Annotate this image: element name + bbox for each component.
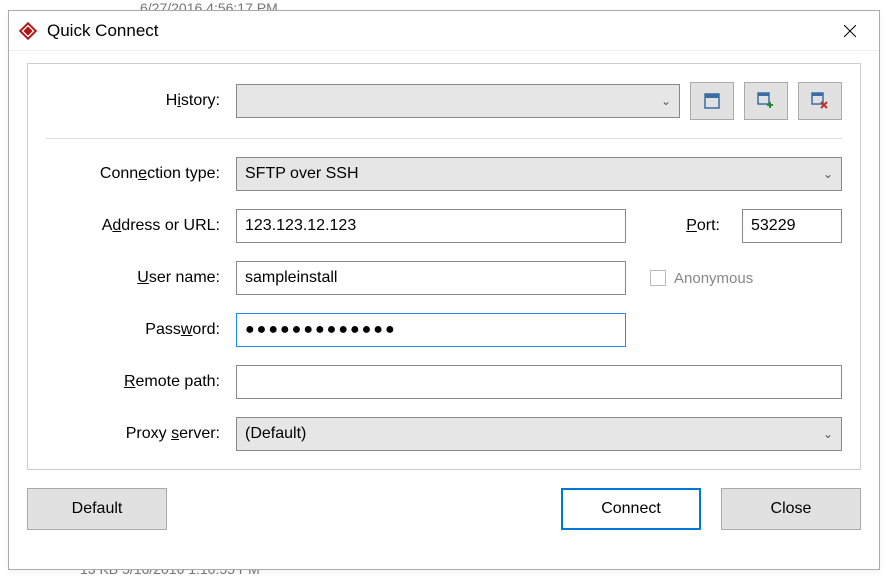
port-input[interactable]: [742, 209, 842, 243]
password-input[interactable]: [236, 313, 626, 347]
username-input[interactable]: [236, 261, 626, 295]
address-label: Address or URL:: [46, 217, 236, 235]
form-panel: History: ⌄: [27, 63, 861, 470]
screen: 6/27/2016 4:56:17 PM 13 KB 5/16/2016 1:1…: [0, 0, 887, 577]
address-input[interactable]: [236, 209, 626, 243]
history-remove-button[interactable]: [798, 82, 842, 120]
chevron-down-icon: ⌄: [823, 167, 833, 181]
close-icon: [844, 25, 856, 37]
anonymous-checkbox[interactable]: Anonymous: [650, 270, 753, 287]
checkbox-box: [650, 270, 666, 286]
history-view-button[interactable]: [690, 82, 734, 120]
chevron-down-icon: ⌄: [823, 427, 833, 441]
proxy-dropdown[interactable]: (Default) ⌄: [236, 417, 842, 451]
port-label: Port:: [686, 217, 732, 235]
history-add-button[interactable]: [744, 82, 788, 120]
list-remove-icon: [811, 92, 829, 110]
quick-connect-dialog: Quick Connect History: ⌄: [8, 10, 880, 570]
chevron-down-icon: ⌄: [661, 94, 671, 108]
username-label: User name:: [46, 269, 236, 287]
remote-path-label: Remote path:: [46, 373, 236, 391]
connect-button[interactable]: Connect: [561, 488, 701, 530]
connection-type-label: Connection type:: [46, 165, 236, 183]
history-label: History:: [46, 92, 236, 110]
titlebar: Quick Connect: [9, 11, 879, 51]
proxy-label: Proxy server:: [46, 425, 236, 443]
close-button[interactable]: Close: [721, 488, 861, 530]
list-add-icon: [757, 92, 775, 110]
anonymous-label: Anonymous: [674, 270, 753, 287]
history-dropdown[interactable]: ⌄: [236, 84, 680, 118]
app-icon: [17, 20, 39, 42]
remote-path-input[interactable]: [236, 365, 842, 399]
password-label: Password:: [46, 321, 236, 339]
list-icon: [703, 92, 721, 110]
close-window-button[interactable]: [827, 15, 873, 47]
dialog-footer: Default Connect Close: [27, 470, 861, 530]
default-button[interactable]: Default: [27, 488, 167, 530]
separator: [46, 138, 842, 139]
window-title: Quick Connect: [47, 21, 159, 41]
connection-type-dropdown[interactable]: SFTP over SSH ⌄: [236, 157, 842, 191]
